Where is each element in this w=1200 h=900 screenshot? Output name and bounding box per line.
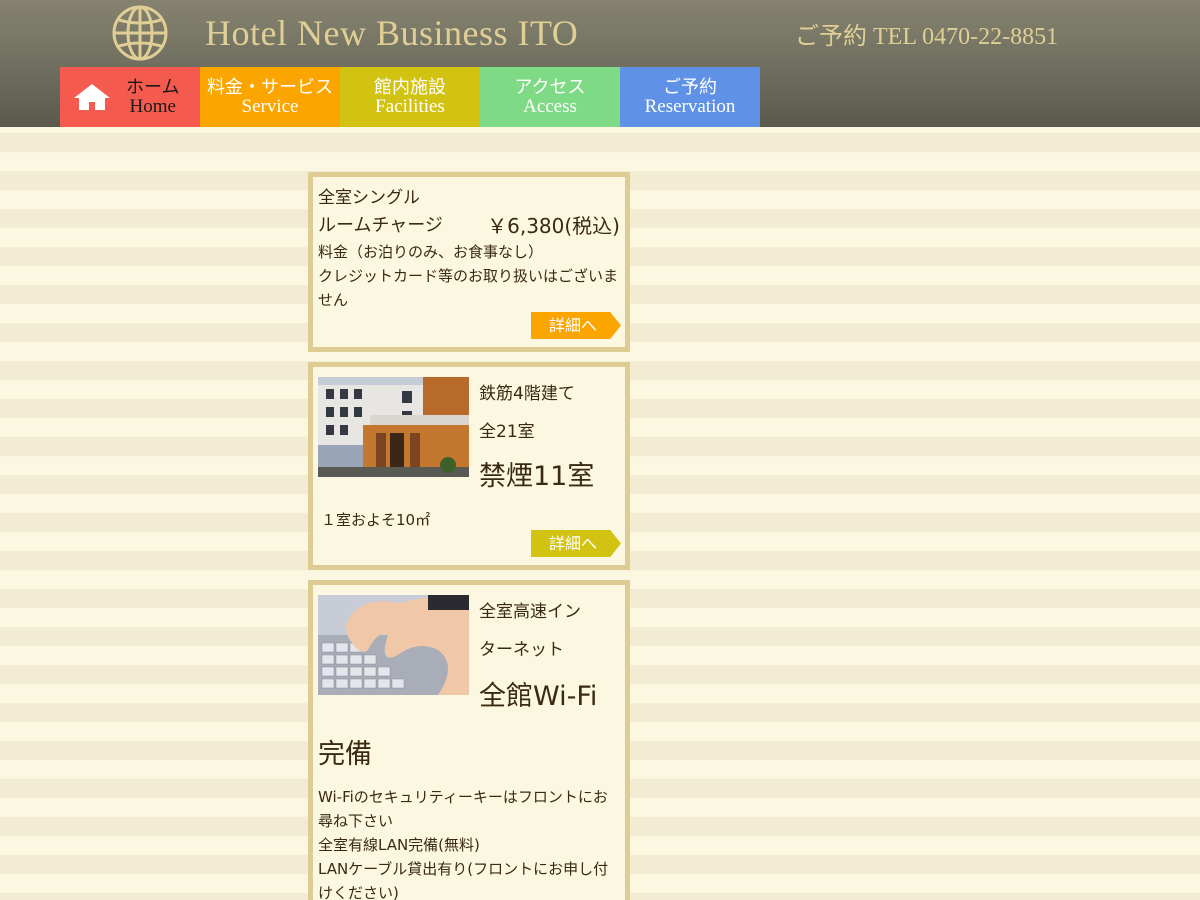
nav-home[interactable]: ホーム Home (60, 67, 200, 127)
credit-card-note: クレジットカード等のお取り扱いはございません (318, 267, 619, 309)
reservation-phone[interactable]: ご予約 TEL 0470-22-8851 (795, 16, 1058, 51)
non-smoking-rooms: 禁煙11室 (479, 461, 595, 492)
facilities-details-button[interactable]: 詳細へ (531, 530, 621, 557)
wifi-heading: 全館Wi-Fi (479, 681, 598, 712)
nav-facilities-en: Facilities (375, 96, 445, 117)
hotel-exterior-photo (318, 377, 469, 477)
price-row: ルームチャージ ￥6,380(税込) (318, 212, 620, 240)
nav-reservation[interactable]: ご予約 Reservation (620, 67, 760, 127)
nav-facilities[interactable]: 館内施設 Facilities (340, 67, 480, 127)
lan-cable-note: LANケーブル貸出有り(フロントにお申し付けください) (318, 860, 609, 900)
nav-service-en: Service (241, 96, 299, 117)
internet-card: 全室高速イン ターネット 全館Wi-Fi 完備 Wi-Fiのセキュリティーキーは… (308, 580, 630, 900)
building-info: 鉄筋4階建て 全21室 禁煙11室 (479, 375, 594, 503)
building-card: 鉄筋4階建て 全21室 禁煙11室 １室およそ10㎡ 詳細へ (308, 362, 630, 570)
wifi-heading-cont: 完備 (318, 739, 372, 770)
internet-info: 全室高速イン ターネット 全館Wi-Fi (479, 593, 597, 725)
hotel-name[interactable]: Hotel New Business ITO (205, 12, 578, 54)
room-size: １室およそ10㎡ (321, 511, 431, 529)
internet-line2: ターネット (479, 640, 564, 660)
price-note: 料金（お泊りのみ、お食事なし） (318, 243, 544, 261)
site-header: Hotel New Business ITO ご予約 TEL 0470-22-8… (0, 0, 1200, 127)
nav-access[interactable]: アクセス Access (480, 67, 620, 127)
room-charge-label: ルームチャージ (318, 215, 443, 236)
nav-reservation-en: Reservation (644, 96, 736, 117)
nav-service[interactable]: 料金・サービス Service (200, 67, 340, 127)
nav-service-ja: 料金・サービス (207, 77, 333, 97)
globe-logo-icon (112, 5, 168, 61)
nav-home-en: Home (129, 96, 176, 117)
main-nav: ホーム Home 料金・サービス Service 館内施設 Facilities… (60, 67, 760, 127)
room-type: 全室シングル (318, 188, 420, 208)
pricing-details-button[interactable]: 詳細へ (531, 312, 621, 339)
internet-notes: Wi-Fiのセキュリティーキーはフロントにお尋ね下さい 全室有線LAN完備(無料… (318, 785, 618, 900)
room-price: ￥6,380(税込) (487, 214, 620, 238)
keyboard-typing-photo (318, 595, 469, 695)
wired-lan-note: 全室有線LAN完備(無料) (318, 836, 480, 854)
home-icon (74, 84, 110, 110)
nav-facilities-ja: 館内施設 (374, 77, 446, 97)
wifi-key-note: Wi-Fiのセキュリティーキーはフロントにお尋ね下さい (318, 788, 608, 830)
pricing-card: 全室シングル ルームチャージ ￥6,380(税込) 料金（お泊りのみ、お食事なし… (308, 172, 630, 352)
nav-access-ja: アクセス (514, 77, 586, 97)
nav-access-en: Access (523, 96, 577, 117)
building-floors: 鉄筋4階建て (479, 384, 575, 404)
nav-home-ja: ホーム (126, 77, 180, 97)
nav-reservation-ja: ご予約 (663, 77, 717, 97)
room-count: 全21室 (479, 422, 535, 442)
internet-line1: 全室高速イン (479, 602, 581, 622)
